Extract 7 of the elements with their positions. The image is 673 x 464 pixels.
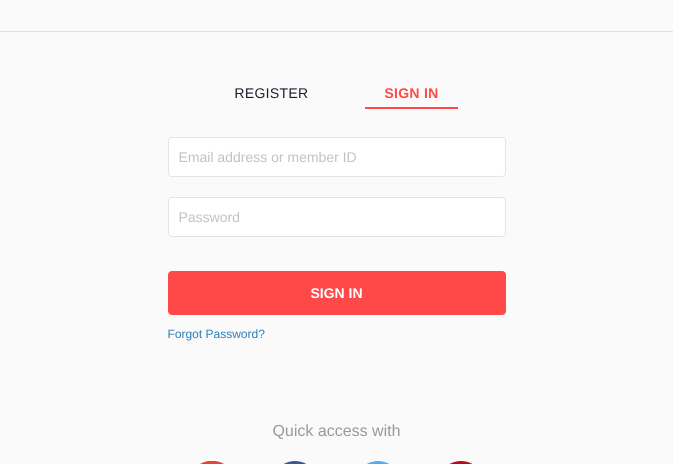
sign-in-button[interactable]: SIGN IN [168, 271, 506, 315]
password-field[interactable]: Password [168, 197, 506, 237]
quick-access-heading: Quick access with [271, 422, 402, 442]
tab[interactable]: REGISTER [215, 80, 328, 109]
forgot-password-link[interactable]: Forgot Password? [168, 325, 265, 343]
tab[interactable]: SIGN IN [365, 80, 458, 109]
email-field[interactable]: Email address or member ID [168, 137, 506, 177]
